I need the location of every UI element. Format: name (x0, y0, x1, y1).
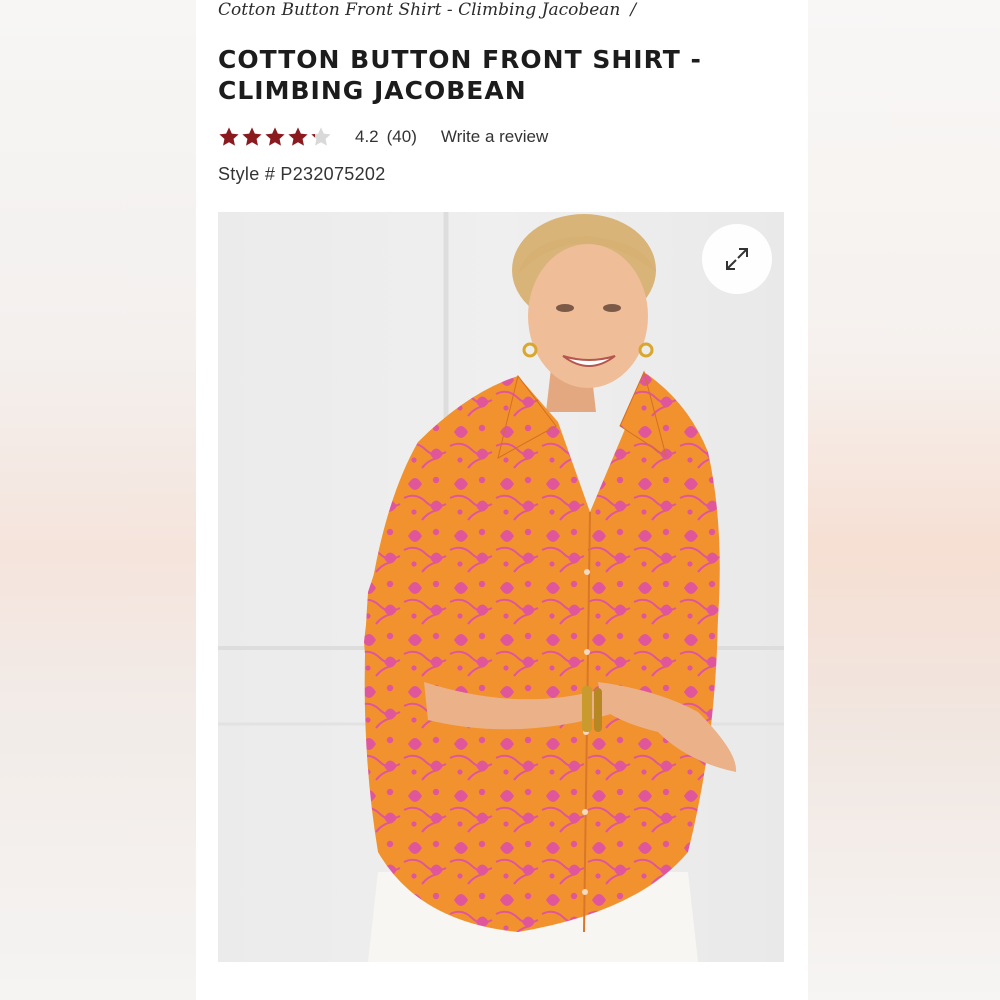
breadcrumb: Cotton Button Front Shirt - Climbing Jac… (218, 0, 636, 20)
star-icon (311, 127, 331, 146)
product-title: COTTON BUTTON FRONT SHIRT - CLIMBING JAC… (218, 45, 702, 105)
expand-image-button[interactable] (702, 224, 772, 294)
star-icon (219, 127, 239, 146)
breadcrumb-link-product[interactable]: Cotton Button Front Shirt - Climbing Jac… (218, 0, 620, 20)
right-background (808, 0, 1000, 1000)
write-review-link[interactable]: Write a review (441, 127, 548, 147)
star-icon (265, 127, 285, 146)
left-background (0, 0, 196, 1000)
rating-row: 4.2 (40) Write a review (218, 124, 548, 150)
breadcrumb-separator: / (630, 0, 637, 20)
star-icon (242, 127, 262, 146)
review-count[interactable]: (40) (387, 127, 417, 147)
style-number: Style # P232075202 (218, 164, 386, 184)
rating-value: 4.2 (355, 127, 379, 146)
product-photo-illustration (218, 212, 784, 962)
expand-arrows-icon (726, 248, 748, 270)
star-icon (288, 127, 308, 146)
product-image[interactable] (218, 212, 784, 962)
rating-stars[interactable] (218, 126, 333, 148)
product-panel: Cotton Button Front Shirt - Climbing Jac… (196, 0, 808, 1000)
